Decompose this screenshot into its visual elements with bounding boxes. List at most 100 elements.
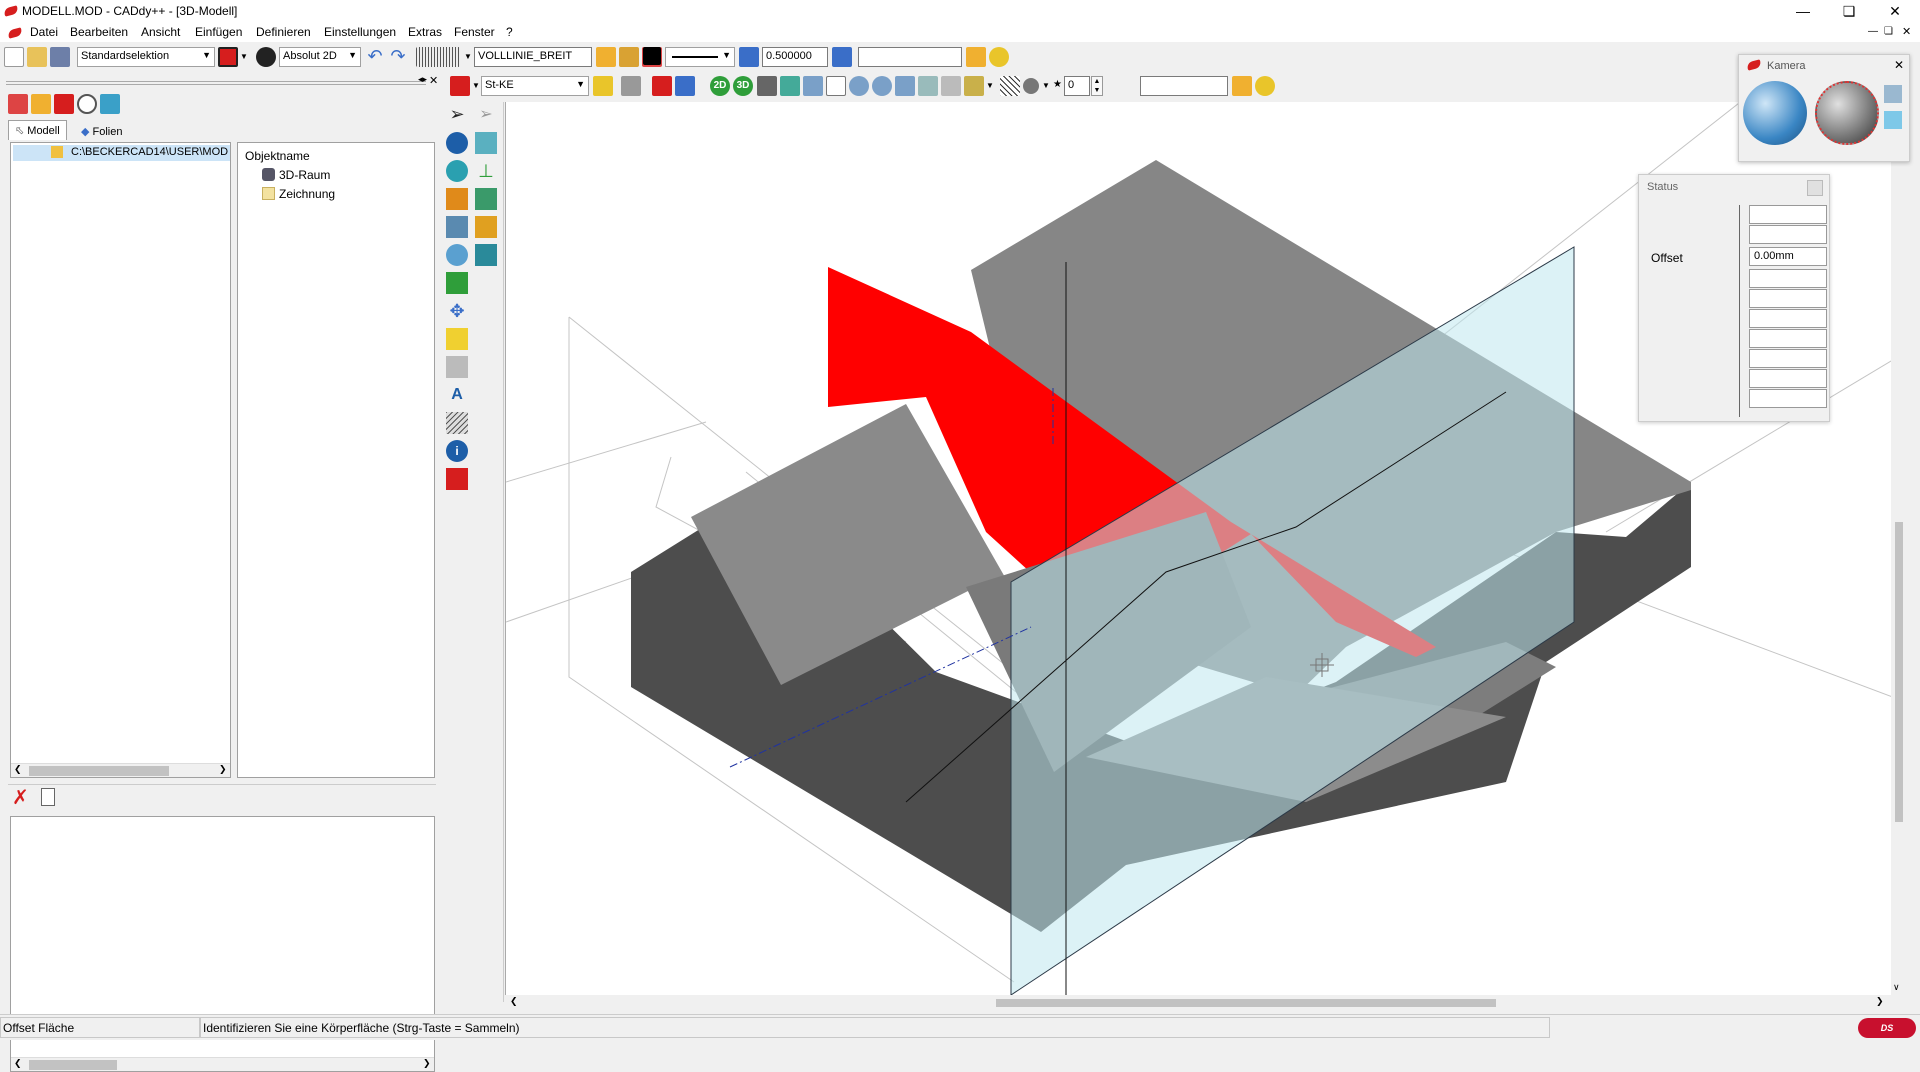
layer-stack-icon[interactable] bbox=[832, 47, 852, 67]
crosshair-icon[interactable]: ✥ bbox=[446, 300, 468, 322]
status-cell[interactable] bbox=[1749, 225, 1827, 244]
lightbulb-icon[interactable] bbox=[1255, 76, 1275, 96]
orbit-globe-icon[interactable] bbox=[1743, 81, 1807, 145]
status-cell[interactable] bbox=[1749, 389, 1827, 408]
scroll-thumb[interactable] bbox=[29, 1060, 117, 1070]
shading-icon[interactable] bbox=[964, 76, 984, 96]
menu-datei[interactable]: Datei bbox=[30, 25, 58, 39]
zoom-out-icon[interactable] bbox=[872, 76, 892, 96]
offset-surface-icon[interactable] bbox=[475, 244, 497, 266]
camera-orbit-icon[interactable] bbox=[757, 76, 777, 96]
value-field[interactable] bbox=[1140, 76, 1228, 96]
view-direction-icon[interactable] bbox=[621, 76, 641, 96]
scroll-thumb[interactable] bbox=[996, 999, 1496, 1007]
clipboard-icon[interactable] bbox=[41, 788, 55, 806]
scroll-left-icon[interactable]: ❮ bbox=[510, 996, 518, 1007]
delete-cross-icon[interactable]: ✗ bbox=[12, 788, 29, 808]
panel-pin-icon[interactable]: ◂▸ bbox=[418, 74, 427, 85]
refresh-icon[interactable] bbox=[77, 94, 97, 114]
mdi-restore-button[interactable]: ❏ bbox=[1884, 26, 1893, 37]
surface-icon[interactable] bbox=[475, 188, 497, 210]
scroll-left-icon[interactable]: ❮ bbox=[14, 1058, 22, 1069]
cube-view-icon[interactable] bbox=[1884, 85, 1902, 103]
open-folder-icon[interactable] bbox=[27, 47, 47, 67]
plane-icon[interactable] bbox=[675, 76, 695, 96]
axis-icon[interactable]: ⊥ bbox=[475, 160, 497, 182]
select-frame-icon[interactable] bbox=[218, 47, 238, 67]
status-cell[interactable] bbox=[1749, 369, 1827, 388]
scroll-down-icon[interactable]: ∨ bbox=[1893, 982, 1900, 993]
coord-mode-dropdown[interactable]: Absolut 2D ▼ bbox=[279, 47, 361, 67]
chevron-down-icon[interactable]: ▼ bbox=[472, 81, 480, 90]
lightbulb-icon[interactable] bbox=[619, 47, 639, 67]
orbit-sphere-icon[interactable] bbox=[1815, 81, 1879, 145]
color-swatch-icon[interactable] bbox=[643, 47, 661, 65]
redo-icon[interactable]: ↷ bbox=[388, 47, 408, 67]
tree-item-root[interactable]: C:\BECKERCAD14\USER\MOD bbox=[13, 145, 230, 161]
modify-icon[interactable] bbox=[446, 216, 468, 238]
scroll-thumb[interactable] bbox=[29, 766, 169, 776]
layer-folder-icon[interactable] bbox=[31, 94, 51, 114]
section-view-icon[interactable] bbox=[941, 76, 961, 96]
menu-help[interactable]: ? bbox=[506, 25, 513, 39]
wireframe-icon[interactable] bbox=[1000, 76, 1020, 96]
hatch-icon[interactable] bbox=[446, 412, 468, 434]
menu-einstellungen[interactable]: Einstellungen bbox=[324, 25, 396, 39]
mdi-close-button[interactable]: ✕ bbox=[1902, 25, 1911, 38]
count-spinner[interactable]: ▲ ▼ bbox=[1091, 76, 1103, 96]
tree-hscrollbar[interactable]: ❮ ❯ bbox=[11, 763, 230, 777]
menu-fenster[interactable]: Fenster bbox=[454, 25, 495, 39]
menu-ansicht[interactable]: Ansicht bbox=[141, 25, 180, 39]
tab-folien[interactable]: ◆ Folien bbox=[75, 122, 129, 142]
save-icon[interactable] bbox=[50, 47, 70, 67]
zoom-all-icon[interactable] bbox=[895, 76, 915, 96]
search-field[interactable] bbox=[858, 47, 962, 67]
chevron-down-icon[interactable]: ▼ bbox=[464, 52, 472, 61]
linewidth-icon[interactable] bbox=[739, 47, 759, 67]
menu-definieren[interactable]: Definieren bbox=[256, 25, 311, 39]
box-icon[interactable] bbox=[475, 132, 497, 154]
close-icon[interactable]: ✕ bbox=[1894, 58, 1904, 72]
material-icon[interactable] bbox=[450, 76, 470, 96]
material-dropdown[interactable]: St-KE ▼ bbox=[481, 76, 589, 96]
menu-extras[interactable]: Extras bbox=[408, 25, 442, 39]
sphere-icon[interactable] bbox=[1023, 78, 1039, 94]
linewidth-field[interactable]: 0.500000 bbox=[762, 47, 828, 67]
print-icon[interactable] bbox=[8, 94, 28, 114]
edge-icon[interactable] bbox=[652, 76, 672, 96]
chevron-down-icon[interactable]: ▼ bbox=[240, 52, 248, 61]
select-arrow-icon[interactable]: ➢ bbox=[446, 104, 468, 126]
select-disabled-icon[interactable]: ➢ bbox=[475, 104, 497, 126]
linestyle-dropdown[interactable]: ▼ bbox=[665, 47, 735, 67]
scroll-right-icon[interactable]: ❯ bbox=[423, 1058, 431, 1069]
light-icon[interactable] bbox=[593, 76, 613, 96]
lightbulb-icon[interactable] bbox=[989, 47, 1009, 67]
view-2d-icon[interactable]: 2D bbox=[710, 76, 730, 96]
dimension-icon[interactable] bbox=[446, 328, 468, 350]
text-icon[interactable]: A bbox=[446, 384, 468, 406]
folder-lock-icon[interactable] bbox=[1232, 76, 1252, 96]
canvas-vscrollbar[interactable]: ∨ bbox=[1891, 102, 1906, 995]
solid-body-icon[interactable] bbox=[446, 132, 468, 154]
linetype-field[interactable]: VOLLLINIE_BREIT bbox=[474, 47, 592, 67]
layer-icon[interactable] bbox=[596, 47, 616, 67]
mdi-minimize-button[interactable]: — bbox=[1868, 26, 1878, 37]
zoom-window-icon[interactable] bbox=[803, 76, 823, 96]
boolean-icon[interactable] bbox=[446, 160, 468, 182]
canvas-hscrollbar[interactable]: ❮ ❯ bbox=[506, 995, 1891, 1011]
folder-lock-icon[interactable] bbox=[966, 47, 986, 67]
chevron-down-icon[interactable]: ▼ bbox=[1042, 81, 1050, 90]
eraser-icon[interactable] bbox=[446, 468, 468, 490]
selection-mode-dropdown[interactable]: Standardselektion ▼ bbox=[77, 47, 215, 67]
scroll-thumb[interactable] bbox=[1895, 522, 1903, 822]
rotate-icon[interactable] bbox=[446, 244, 468, 266]
properties-icon[interactable] bbox=[100, 94, 120, 114]
panel-gripper[interactable] bbox=[6, 81, 426, 85]
measure-icon[interactable] bbox=[446, 272, 468, 294]
panel-close-icon[interactable]: ✕ bbox=[429, 74, 438, 87]
offset-value-field[interactable]: 0.00mm bbox=[1749, 247, 1827, 266]
zoom-in-icon[interactable] bbox=[849, 76, 869, 96]
restore-button[interactable]: ❏ bbox=[1826, 0, 1872, 22]
chevron-down-icon[interactable]: ▼ bbox=[986, 81, 994, 90]
render-icon[interactable] bbox=[780, 76, 800, 96]
